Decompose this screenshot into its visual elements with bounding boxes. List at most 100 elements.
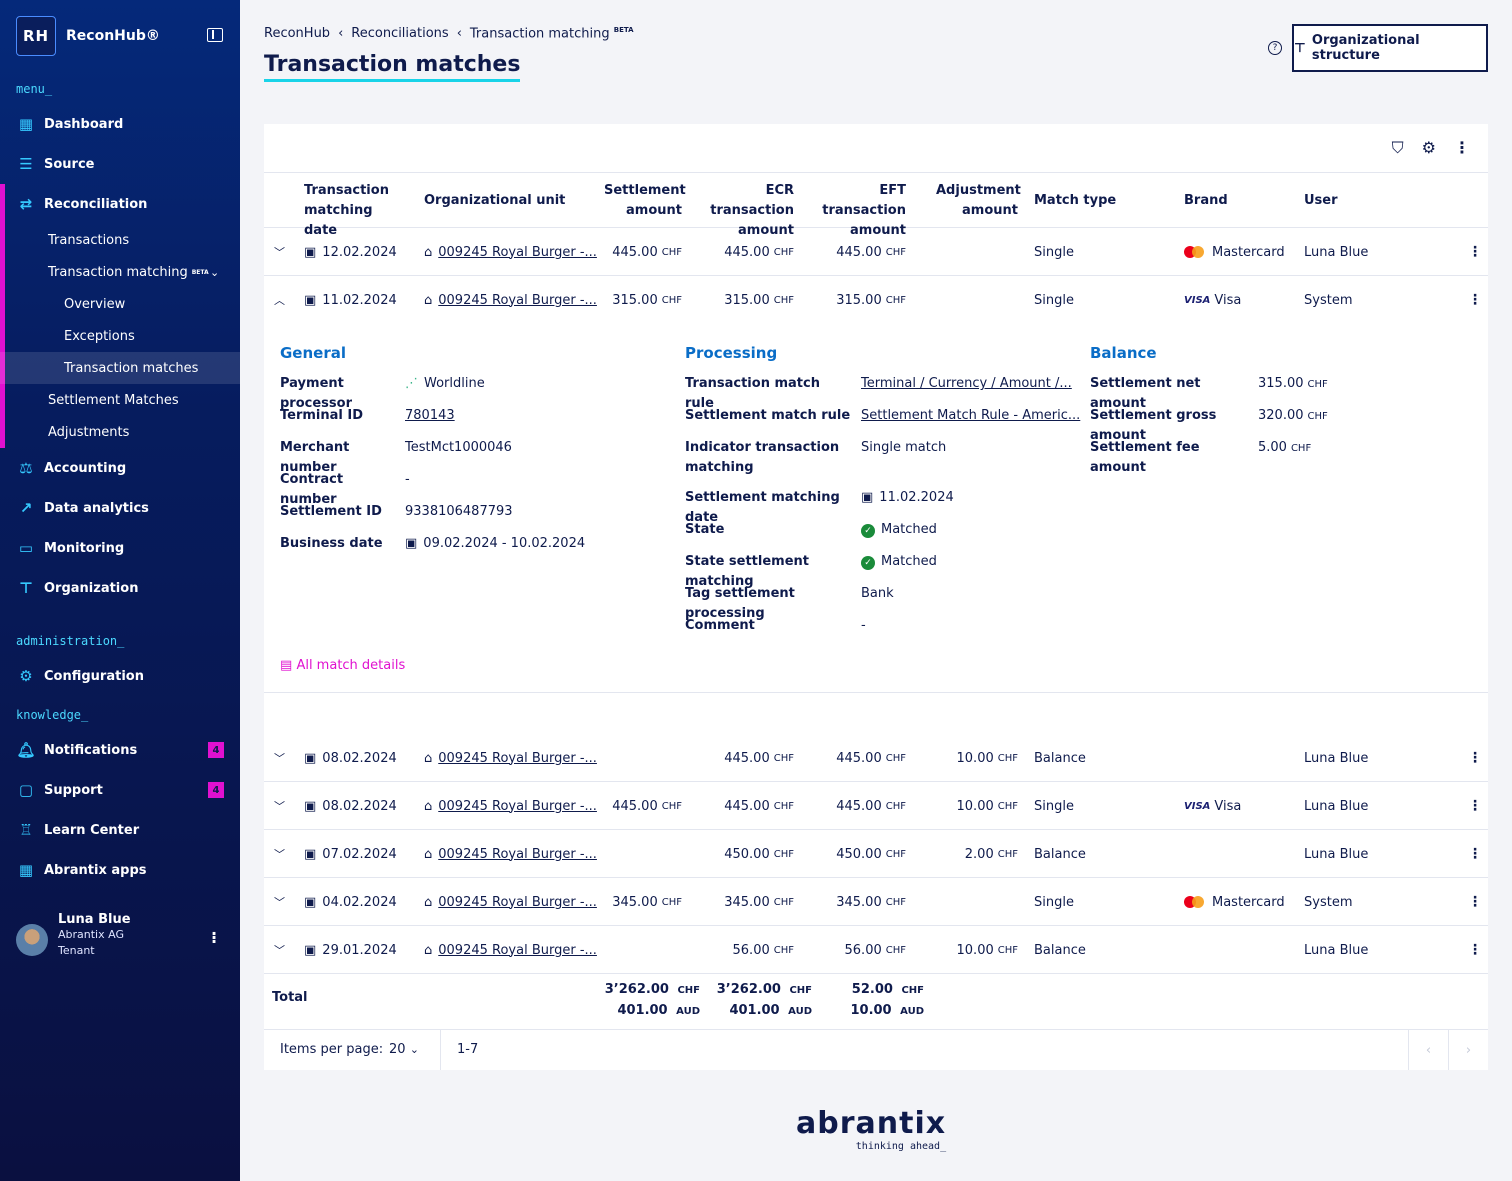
sidebar-item-monitoring[interactable]: ▭ Monitoring [0, 532, 240, 564]
logo-wordmark: abrantix [796, 1106, 947, 1141]
sidebar-item-overview[interactable]: Overview [0, 288, 240, 320]
details-icon: ▤ [280, 658, 293, 673]
amount-value: 445.00 [612, 244, 658, 260]
sidebar-item-label: Data analytics [44, 500, 149, 516]
org-unit-link[interactable]: 009245 Royal Burger -... [438, 799, 597, 814]
sidebar-item-exceptions[interactable]: Exceptions [0, 320, 240, 352]
col-adjustment[interactable]: Adjustment amount [936, 181, 1021, 221]
sidebar-item-data-analytics[interactable]: ↗ Data analytics [0, 492, 240, 524]
sidebar-item-transactions[interactable]: Transactions [0, 224, 240, 256]
sidebar-item-notifications[interactable]: 🔔︎ Notifications 4 [0, 734, 240, 766]
chevron-down-icon[interactable]: ﹀ [274, 926, 286, 974]
chevron-down-icon[interactable]: ﹀ [274, 830, 286, 878]
amount-value: 450.00 [724, 846, 770, 862]
table-row[interactable]: ﹀ ▣ 12.02.2024 ⌂ 009245 Royal Burger -... … [264, 228, 1488, 276]
breadcrumb: ReconHub ‹ Reconciliations ‹ Transaction… [264, 26, 634, 41]
table-row[interactable]: ﹀ ▣ 29.01.2024 ⌂ 009245 Royal Burger -... … [264, 926, 1488, 974]
sidebar-item-transaction-matching[interactable]: Transaction matching BETA ⌄ [0, 256, 240, 288]
user-cell: Luna Blue [1304, 244, 1369, 260]
table-row[interactable]: ﹀ ▣ 04.02.2024 ⌂ 009245 Royal Burger -... … [264, 878, 1488, 926]
app-logo[interactable]: RH ReconHub® [16, 16, 160, 56]
dashboard-icon: ▦ [18, 115, 34, 133]
org-unit-link[interactable]: 009245 Royal Burger -... [438, 245, 597, 260]
col-match-type[interactable]: Match type [1034, 191, 1116, 211]
user-profile[interactable]: Luna Blue Abrantix AG Tenant [16, 912, 131, 959]
brand-cell: VISA Visa [1184, 276, 1241, 324]
location-icon: ⌂ [424, 244, 433, 260]
col-user[interactable]: User [1304, 191, 1338, 211]
sidebar-item-accounting[interactable]: ⚖ Accounting [0, 452, 240, 484]
row-menu-icon[interactable]: ⋮ [1468, 782, 1482, 830]
page-size-select[interactable]: 20 ⌄ [389, 1042, 419, 1057]
sidebar-item-settlement-matches[interactable]: Settlement Matches [0, 384, 240, 416]
row-menu-icon[interactable]: ⋮ [1468, 878, 1482, 926]
currency-code: CHF [773, 848, 794, 860]
org-unit-link[interactable]: 009245 Royal Burger -... [438, 751, 597, 766]
user-menu-icon[interactable]: · · · [211, 926, 217, 950]
org-unit-link[interactable]: 009245 Royal Burger -... [438, 895, 597, 910]
org-unit-cell[interactable]: ⌂ 009245 Royal Burger -... [424, 734, 597, 782]
more-vertical-icon[interactable]: ⋮ [1454, 138, 1470, 158]
sidebar-item-abrantix-apps[interactable]: ▦ Abrantix apps [0, 854, 240, 886]
row-menu-icon[interactable]: ⋮ [1468, 734, 1482, 782]
chat-icon: ▢ [18, 781, 34, 799]
gear-icon[interactable]: ⚙ [1422, 138, 1436, 158]
sidebar-item-label: Settlement Matches [48, 392, 179, 408]
org-unit-cell[interactable]: ⌂ 009245 Royal Burger -... [424, 276, 597, 324]
table-row[interactable]: ︿ ▣ 11.02.2024 ⌂ 009245 Royal Burger -... … [264, 276, 1488, 324]
adjust-amount: 10.00 CHF [920, 734, 1018, 782]
table-row[interactable]: ﹀ ▣ 08.02.2024 ⌂ 009245 Royal Burger -... … [264, 782, 1488, 830]
chevron-down-icon[interactable]: ﹀ [274, 782, 286, 830]
date-cell: ▣ 12.02.2024 [304, 228, 397, 276]
org-unit-cell[interactable]: ⌂ 009245 Royal Burger -... [424, 782, 597, 830]
chevron-down-icon[interactable]: ﹀ [274, 878, 286, 926]
amount-value: 445.00 [836, 750, 882, 766]
col-settlement[interactable]: Settlement amount [604, 181, 686, 221]
sidebar-item-configuration[interactable]: ⚙ Configuration [0, 660, 240, 692]
table-row[interactable]: ﹀ ▣ 07.02.2024 ⌂ 009245 Royal Burger -... … [264, 830, 1488, 878]
sidebar-item-transaction-matches[interactable]: Transaction matches [0, 352, 240, 384]
col-brand[interactable]: Brand [1184, 191, 1228, 211]
organizational-structure-button[interactable]: ⊤ Organizational structure [1292, 24, 1488, 72]
filter-icon[interactable]: ⛉ [1392, 138, 1404, 158]
row-menu-icon[interactable]: ⋮ [1468, 228, 1482, 276]
sidebar-item-dashboard[interactable]: ▦ Dashboard [0, 108, 240, 140]
currency-code: CHF [997, 752, 1018, 764]
org-unit-cell[interactable]: ⌂ 009245 Royal Burger -... [424, 830, 597, 878]
row-menu-icon[interactable]: ⋮ [1468, 926, 1482, 974]
eft-amount: 445.00 CHF [808, 734, 906, 782]
table-row[interactable]: ﹀ ▣ 08.02.2024 ⌂ 009245 Royal Burger -... … [264, 734, 1488, 782]
sidebar-item-label: Dashboard [44, 116, 124, 132]
date-cell: ▣ 29.01.2024 [304, 926, 397, 974]
chevron-up-icon[interactable]: ︿ [274, 276, 286, 324]
all-match-details-link[interactable]: ▤ All match details [280, 658, 405, 673]
org-unit-cell[interactable]: ⌂ 009245 Royal Burger -... [424, 878, 597, 926]
col-org-unit[interactable]: Organizational unit [424, 191, 565, 211]
row-menu-icon[interactable]: ⋮ [1468, 276, 1482, 324]
org-unit-link[interactable]: 009245 Royal Burger -... [438, 943, 597, 958]
breadcrumb-reconciliations[interactable]: Reconciliations [351, 26, 448, 41]
collapse-sidebar-icon[interactable] [207, 28, 223, 42]
eft-amount: 315.00 CHF [808, 276, 906, 324]
org-unit-cell[interactable]: ⌂ 009245 Royal Burger -... [424, 926, 597, 974]
breadcrumb-reconhub[interactable]: ReconHub [264, 26, 330, 41]
sidebar-item-adjustments[interactable]: Adjustments [0, 416, 240, 448]
location-icon: ⌂ [424, 798, 433, 814]
prev-page-button[interactable]: ‹ [1408, 1030, 1448, 1070]
sidebar-item-organization[interactable]: ⊤ Organization [0, 572, 240, 604]
sidebar-item-support[interactable]: ▢ Support 4 [0, 774, 240, 806]
next-page-button[interactable]: › [1448, 1030, 1488, 1070]
sidebar-item-source[interactable]: ☰ Source [0, 148, 240, 180]
sidebar-item-learn-center[interactable]: ♖ Learn Center [0, 814, 240, 846]
org-unit-link[interactable]: 009245 Royal Burger -... [438, 847, 597, 862]
sidebar-item-reconciliation[interactable]: ⇄ Reconciliation [0, 188, 240, 220]
breadcrumb-transaction-matching[interactable]: Transaction matching BETA [470, 26, 634, 41]
help-icon[interactable]: ? [1268, 41, 1282, 55]
items-per-page-label: Items per page: [280, 1042, 384, 1057]
chevron-down-icon[interactable]: ﹀ [274, 228, 286, 276]
row-menu-icon[interactable]: ⋮ [1468, 830, 1482, 878]
org-unit-cell[interactable]: ⌂ 009245 Royal Burger -... [424, 228, 597, 276]
org-unit-link[interactable]: 009245 Royal Burger -... [438, 293, 597, 308]
bell-icon: 🔔︎ [16, 741, 36, 759]
chevron-down-icon[interactable]: ﹀ [274, 734, 286, 782]
